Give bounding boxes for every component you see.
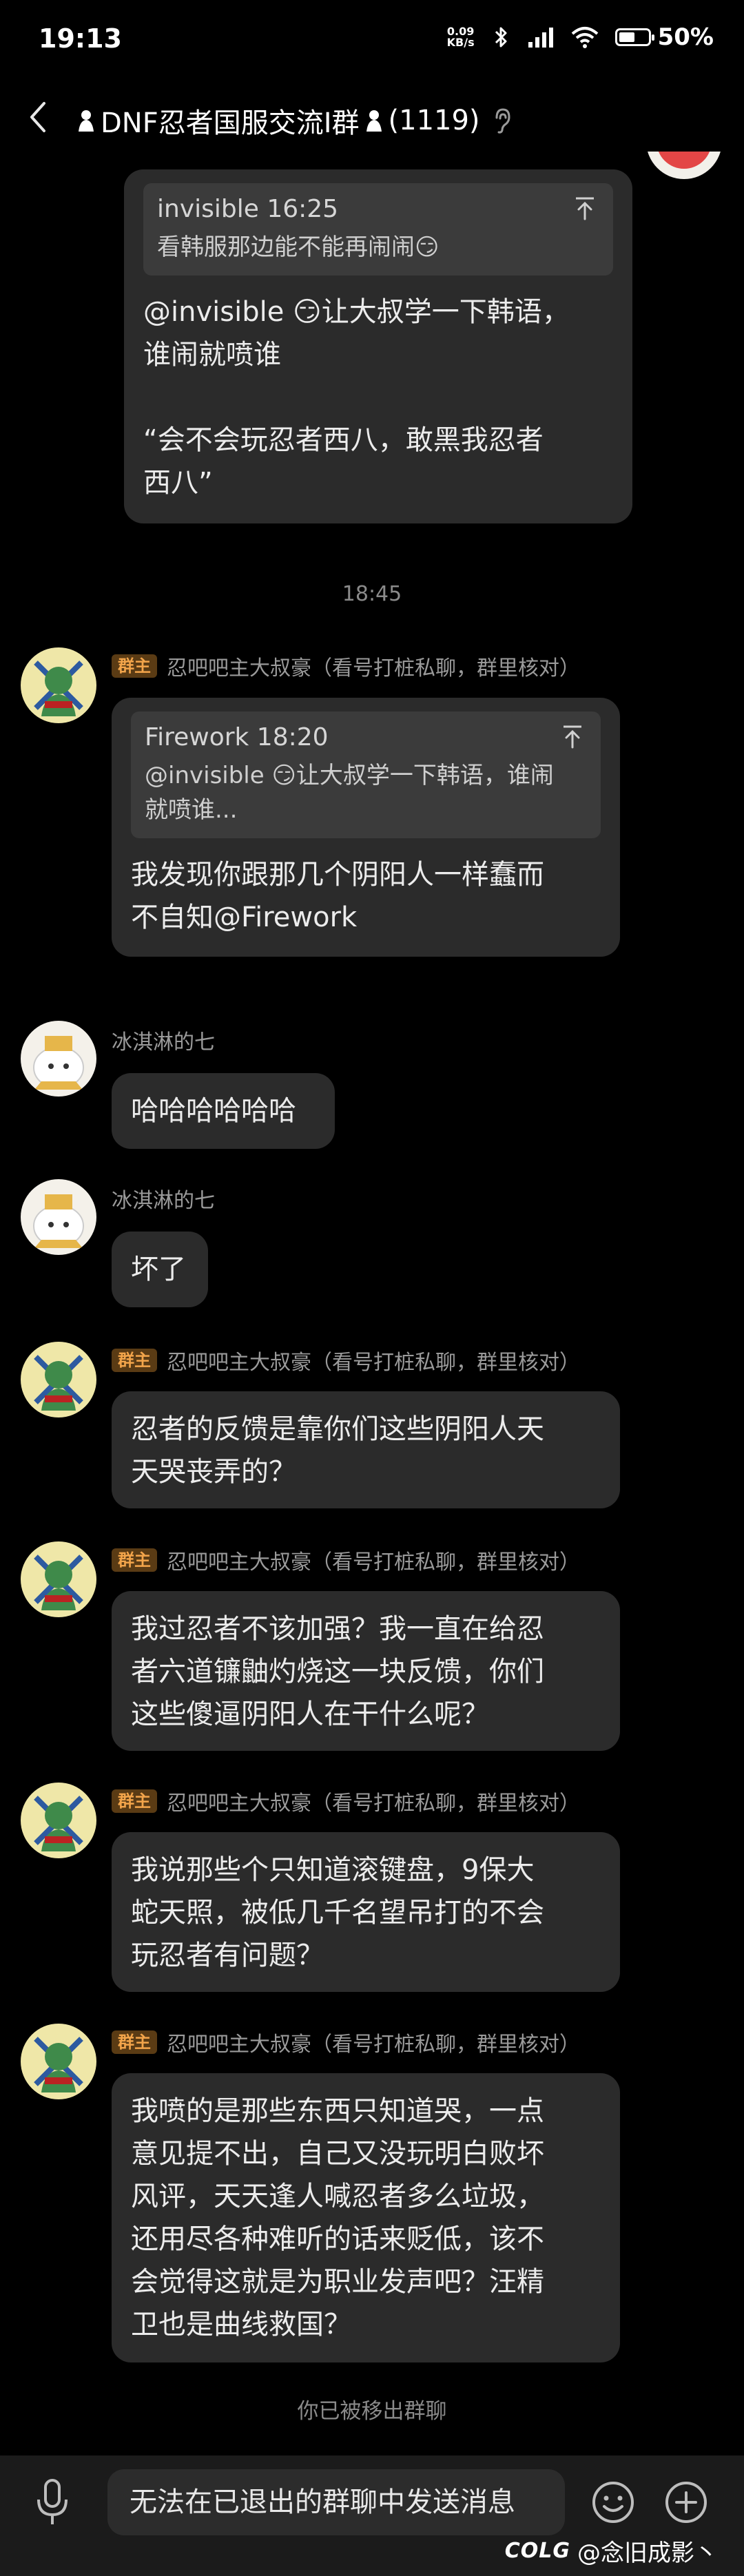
battery: 50% — [614, 23, 714, 51]
avatar[interactable] — [21, 2024, 96, 2099]
quote-text: 看韩服那边能不能再闹闹😏 — [157, 233, 440, 261]
sender-row: 群主 忍吧吧主大叔豪（看号打桩私聊，群里核对） — [112, 2027, 580, 2057]
owner-badge: 群主 — [112, 1349, 157, 1372]
quoted-message[interactable]: Firework 18:20 @invisible 😏让大叔学一下韩语，谁闹 就… — [131, 711, 601, 838]
message-bubble[interactable]: 我喷的是那些东西只知道哭，一点 意见提不出，自己又没玩明白败坏 风评，天天逢人喊… — [112, 2073, 620, 2362]
sender-name[interactable]: 忍吧吧主大叔豪（看号打桩私聊，群里核对） — [167, 1345, 580, 1375]
owner-badge: 群主 — [112, 2030, 157, 2054]
member-count: (1119) — [388, 105, 480, 136]
signal-icon — [528, 28, 553, 48]
sender-name[interactable]: 冰淇淋的七 — [112, 1183, 215, 1214]
status-bar: 19:13 0.09 KB/s 50% — [0, 0, 744, 83]
avatar[interactable] — [21, 1541, 96, 1617]
message-text: 我过忍者不该加强？我一直在给忍 者六道镰鼬灼烧这一块反馈，你们 这些傻逼阴阳人在… — [131, 1613, 544, 1730]
message-text: 哈哈哈哈哈哈 — [131, 1095, 296, 1127]
emoji-icon[interactable] — [591, 2480, 635, 2524]
sender-row: 群主 忍吧吧主大叔豪（看号打桩私聊，群里核对） — [112, 651, 580, 681]
battery-level: 50% — [657, 23, 714, 51]
quote-text: @invisible 😏让大叔学一下韩语，谁闹 就喷谁... — [145, 762, 554, 824]
message-text: 我说那些个只知道滚键盘，9保大 蛇天照，被低几千名望吊打的不会 玩忍者有问题？ — [131, 1854, 544, 1971]
microphone-icon[interactable] — [33, 2478, 72, 2527]
sender-name[interactable]: 忍吧吧主大叔豪（看号打桩私聊，群里核对） — [167, 1545, 580, 1575]
message-text: 我喷的是那些东西只知道哭，一点 意见提不出，自己又没玩明白败坏 风评，天天逢人喊… — [131, 2095, 544, 2340]
avatar[interactable] — [21, 1179, 96, 1255]
sender-row: 冰淇淋的七 — [112, 1183, 215, 1214]
message-timestamp: 18:45 — [342, 582, 402, 606]
group-title[interactable]: DNF忍者国服交流I群 (1119) — [76, 101, 512, 141]
message-text: 我发现你跟那几个阴阳人一样蠢而 不自知@Firework — [131, 859, 544, 933]
avatar[interactable] — [21, 1021, 96, 1097]
ear-icon[interactable] — [491, 107, 512, 134]
wifi-icon — [571, 27, 598, 48]
message-bubble[interactable]: invisible 16:25 看韩服那边能不能再闹闹😏 @invisible … — [124, 169, 632, 523]
message-bubble[interactable]: 忍者的反馈是靠你们这些阴阳人天 天哭丧弄的？ — [112, 1391, 620, 1508]
message-bubble[interactable]: 我说那些个只知道滚键盘，9保大 蛇天照，被低几千名望吊打的不会 玩忍者有问题？ — [112, 1832, 620, 1992]
plus-icon[interactable] — [664, 2480, 708, 2524]
system-notice: 你已被移出群聊 — [297, 2399, 447, 2424]
battery-icon — [614, 28, 654, 46]
ninja-mini-icon — [79, 110, 94, 132]
quote-sender-time: Firework 18:20 — [145, 723, 329, 751]
sender-name[interactable]: 忍吧吧主大叔豪（看号打桩私聊，群里核对） — [167, 651, 580, 681]
message-text: @invisible 😏让大叔学一下韩语， 谁闹就喷谁 “会不会玩忍者西八，敢黑… — [143, 296, 570, 499]
status-time: 19:13 — [39, 23, 122, 54]
owner-badge: 群主 — [112, 1548, 157, 1572]
message-bubble[interactable]: 我过忍者不该加强？我一直在给忍 者六道镰鼬灼烧这一块反馈，你们 这些傻逼阴阳人在… — [112, 1591, 620, 1751]
back-button[interactable] — [21, 98, 59, 136]
avatar[interactable] — [21, 1342, 96, 1417]
sender-name[interactable]: 冰淇淋的七 — [112, 1025, 215, 1055]
ninja-mini-icon — [366, 110, 382, 132]
avatar[interactable] — [21, 647, 96, 723]
owner-badge: 群主 — [112, 654, 157, 678]
group-name: DNF忍者国服交流I群 — [101, 107, 360, 139]
sender-row: 群主 忍吧吧主大叔豪（看号打桩私聊，群里核对） — [112, 1345, 580, 1375]
sender-row: 冰淇淋的七 — [112, 1025, 215, 1055]
message-text: 坏了 — [131, 1254, 186, 1285]
watermark-user: @念旧成影丶 — [577, 2539, 718, 2567]
message-bubble[interactable]: Firework 18:20 @invisible 😏让大叔学一下韩语，谁闹 就… — [112, 698, 620, 957]
message-text: 忍者的反馈是靠你们这些阴阳人天 天哭丧弄的？ — [131, 1413, 544, 1488]
avatar[interactable] — [21, 1783, 96, 1858]
chat-header: DNF忍者国服交流I群 (1119) — [0, 83, 744, 152]
jump-to-quote-icon[interactable] — [561, 724, 584, 750]
network-speed: 0.09 KB/s — [447, 26, 475, 48]
sender-name[interactable]: 忍吧吧主大叔豪（看号打桩私聊，群里核对） — [167, 2027, 580, 2057]
message-bubble[interactable]: 哈哈哈哈哈哈 — [112, 1073, 335, 1149]
colg-logo: COLG — [504, 2539, 570, 2563]
sender-row: 群主 忍吧吧主大叔豪（看号打桩私聊，群里核对） — [112, 1545, 580, 1575]
chat-messages[interactable]: invisible 16:25 看韩服那边能不能再闹闹😏 @invisible … — [0, 152, 744, 2455]
jump-to-quote-icon[interactable] — [573, 196, 597, 222]
quote-sender-time: invisible 16:25 — [157, 195, 339, 223]
quoted-message[interactable]: invisible 16:25 看韩服那边能不能再闹闹😏 — [143, 183, 613, 276]
sender-name[interactable]: 忍吧吧主大叔豪（看号打桩私聊，群里核对） — [167, 1786, 580, 1816]
status-icons: 0.09 KB/s 50% — [447, 23, 714, 51]
bluetooth-icon — [495, 27, 507, 48]
watermark: COLG @念旧成影丶 — [505, 2534, 718, 2568]
avatar[interactable] — [646, 152, 722, 179]
message-input[interactable]: 无法在已退出的群聊中发送消息 — [107, 2469, 565, 2535]
network-speed-unit: KB/s — [446, 36, 475, 49]
owner-badge: 群主 — [112, 1789, 157, 1813]
message-bubble[interactable]: 坏了 — [112, 1232, 208, 1307]
input-bar: 无法在已退出的群聊中发送消息 COLG @念旧成影丶 — [0, 2455, 744, 2576]
sender-row: 群主 忍吧吧主大叔豪（看号打桩私聊，群里核对） — [112, 1786, 580, 1816]
